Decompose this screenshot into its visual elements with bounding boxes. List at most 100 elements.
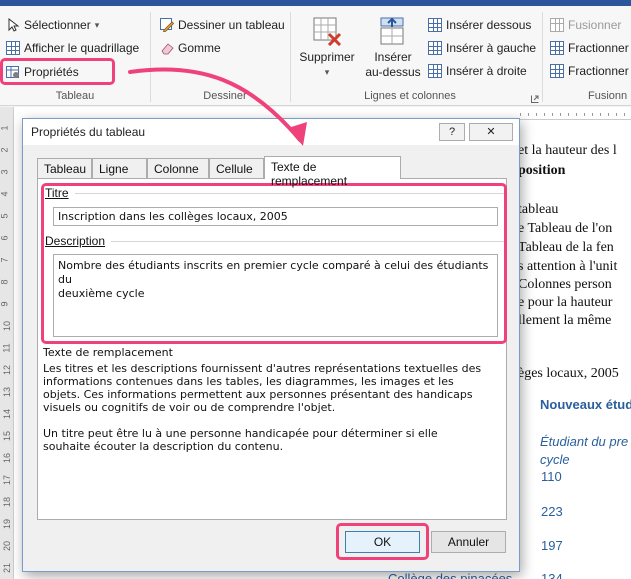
table-cell: 110 xyxy=(541,469,562,484)
chevron-down-icon: ▾ xyxy=(94,19,100,30)
show-gridlines-button[interactable]: Afficher le quadrillage xyxy=(6,41,139,55)
split-table-label: Fractionner xyxy=(568,64,629,78)
doc-text-line: e pour la hauteur xyxy=(518,295,613,310)
select-button[interactable]: Sélectionner ▾ xyxy=(6,17,100,32)
insert-left-label: Insérer à gauche xyxy=(446,41,537,55)
ruler-number: 17 xyxy=(2,474,13,486)
tab-texte-de-remplacement[interactable]: Texte de remplacement xyxy=(264,156,401,188)
group-separator xyxy=(542,12,543,102)
insert-above-label-2: au-dessus xyxy=(365,65,421,79)
group-label-tableau: Tableau xyxy=(55,90,95,102)
table-properties-dialog: Propriétés du tableau ? ✕ Tableau Ligne … xyxy=(22,118,520,572)
tab-colonne[interactable]: Colonne xyxy=(147,158,209,178)
split-cells-button[interactable]: Fractionner xyxy=(550,41,629,55)
ruler-number: 6 xyxy=(0,235,10,241)
ruler-number: 2 xyxy=(0,147,10,153)
horizontal-ruler xyxy=(520,107,631,120)
eraser-icon xyxy=(160,41,174,55)
tab-strip: Tableau Ligne Colonne Cellule Texte de r… xyxy=(37,156,507,188)
doc-text-line: tableau xyxy=(518,202,559,217)
table-cell: 197 xyxy=(541,538,563,553)
group-label-dessiner: Dessiner xyxy=(203,90,247,102)
table-subheader: cycle xyxy=(540,452,570,467)
ruler-number: 21 xyxy=(2,562,13,574)
tab-ligne[interactable]: Ligne xyxy=(92,158,147,178)
delete-table-icon xyxy=(312,16,342,47)
ruler-number: 19 xyxy=(2,518,13,530)
ruler-number: 13 xyxy=(2,386,13,398)
insert-right-button[interactable]: Insérer à droite xyxy=(428,64,527,78)
doc-text-line: Tableau de la fen xyxy=(518,240,614,255)
split-cells-icon xyxy=(550,41,564,55)
table-subheader: Étudiant du pre xyxy=(540,434,629,449)
doc-text-line: position xyxy=(518,163,566,178)
split-table-icon xyxy=(550,64,564,78)
merge-cells-button[interactable]: Fusionner xyxy=(550,18,621,32)
cancel-button[interactable]: Annuler xyxy=(431,531,506,553)
insert-above-button[interactable]: Insérer au-dessus xyxy=(362,16,424,80)
doc-text-line: Colonnes person xyxy=(518,277,612,292)
doc-text-line: e Tableau de l'on xyxy=(518,221,613,236)
ruler-number: 18 xyxy=(2,496,13,508)
eraser-button[interactable]: Gomme xyxy=(160,41,221,55)
doc-text-line: llement la même xyxy=(518,313,612,328)
help-button[interactable]: ? xyxy=(439,123,465,141)
gridlines-label: Afficher le quadrillage xyxy=(24,41,140,55)
insert-left-button[interactable]: Insérer à gauche xyxy=(428,41,536,55)
tab-cellule[interactable]: Cellule xyxy=(209,158,264,178)
ribbon: Sélectionner ▾ Afficher le quadrillage P… xyxy=(0,0,631,106)
table-cell: 223 xyxy=(541,504,563,519)
ruler-number: 3 xyxy=(0,169,10,175)
select-label: Sélectionner xyxy=(24,18,91,32)
insert-below-label: Insérer dessous xyxy=(446,18,532,32)
doc-text-line: et la hauteur des l xyxy=(518,143,617,158)
ruler-number: 14 xyxy=(2,408,13,420)
merge-label: Fusionner xyxy=(568,18,622,32)
ruler-number: 20 xyxy=(2,540,13,552)
draw-table-label: Dessiner un tableau xyxy=(178,18,285,32)
insert-below-icon xyxy=(428,18,442,32)
delete-button[interactable]: Supprimer ▾ xyxy=(296,16,358,80)
group-separator xyxy=(290,12,291,102)
delete-label: Supprimer xyxy=(299,50,355,64)
doc-text-line: s attention à l'unit xyxy=(518,259,618,274)
ruler-number: 12 xyxy=(2,364,13,376)
ruler-number: 1 xyxy=(0,125,10,131)
help-paragraph: Les titres et les descriptions fournisse… xyxy=(43,362,482,414)
eraser-label: Gomme xyxy=(178,41,221,55)
ruler-number: 11 xyxy=(1,343,12,353)
split-table-button[interactable]: Fractionner xyxy=(550,64,629,78)
dialog-titlebar[interactable]: Propriétés du tableau ? ✕ xyxy=(23,119,519,145)
select-cursor-icon xyxy=(6,17,20,32)
draw-table-button[interactable]: Dessiner un tableau xyxy=(160,18,285,32)
insert-below-button[interactable]: Insérer dessous xyxy=(428,18,531,32)
insert-above-icon xyxy=(378,16,408,46)
properties-highlight xyxy=(0,58,115,85)
gridlines-icon xyxy=(6,41,20,55)
ruler-number: 8 xyxy=(0,279,10,285)
table-cell: Collège des pinacées xyxy=(388,571,513,579)
table-header: Nouveaux étud xyxy=(540,397,631,412)
table-cell: 134 xyxy=(541,571,563,579)
fields-highlight xyxy=(41,183,507,344)
ruler-number: 9 xyxy=(0,301,10,307)
group-label-lignes-colonnes: Lignes et colonnes xyxy=(364,90,456,102)
group-separator xyxy=(150,12,151,102)
merge-cells-icon xyxy=(550,18,564,32)
ruler-number: 7 xyxy=(0,257,10,263)
close-button[interactable]: ✕ xyxy=(469,123,513,141)
ruler-number: 16 xyxy=(2,452,13,464)
chevron-down-icon: ▾ xyxy=(324,67,330,77)
ribbon-tab-strip xyxy=(0,0,631,6)
ruler-number: 5 xyxy=(0,213,10,219)
dialog-launcher-icon[interactable] xyxy=(531,92,539,103)
help-paragraph: Un titre peut être lu à une personne han… xyxy=(43,427,438,453)
insert-above-label-1: Insérer xyxy=(374,50,412,64)
doc-text-line: èges locaux, 2005 xyxy=(518,366,619,381)
help-heading: Texte de remplacement xyxy=(43,346,173,359)
tab-tableau[interactable]: Tableau xyxy=(37,158,92,178)
dialog-title: Propriétés du tableau xyxy=(31,125,146,139)
ok-highlight xyxy=(336,523,429,560)
ruler-number: 4 xyxy=(0,191,10,197)
group-label-fusionner: Fusionn xyxy=(588,90,628,102)
